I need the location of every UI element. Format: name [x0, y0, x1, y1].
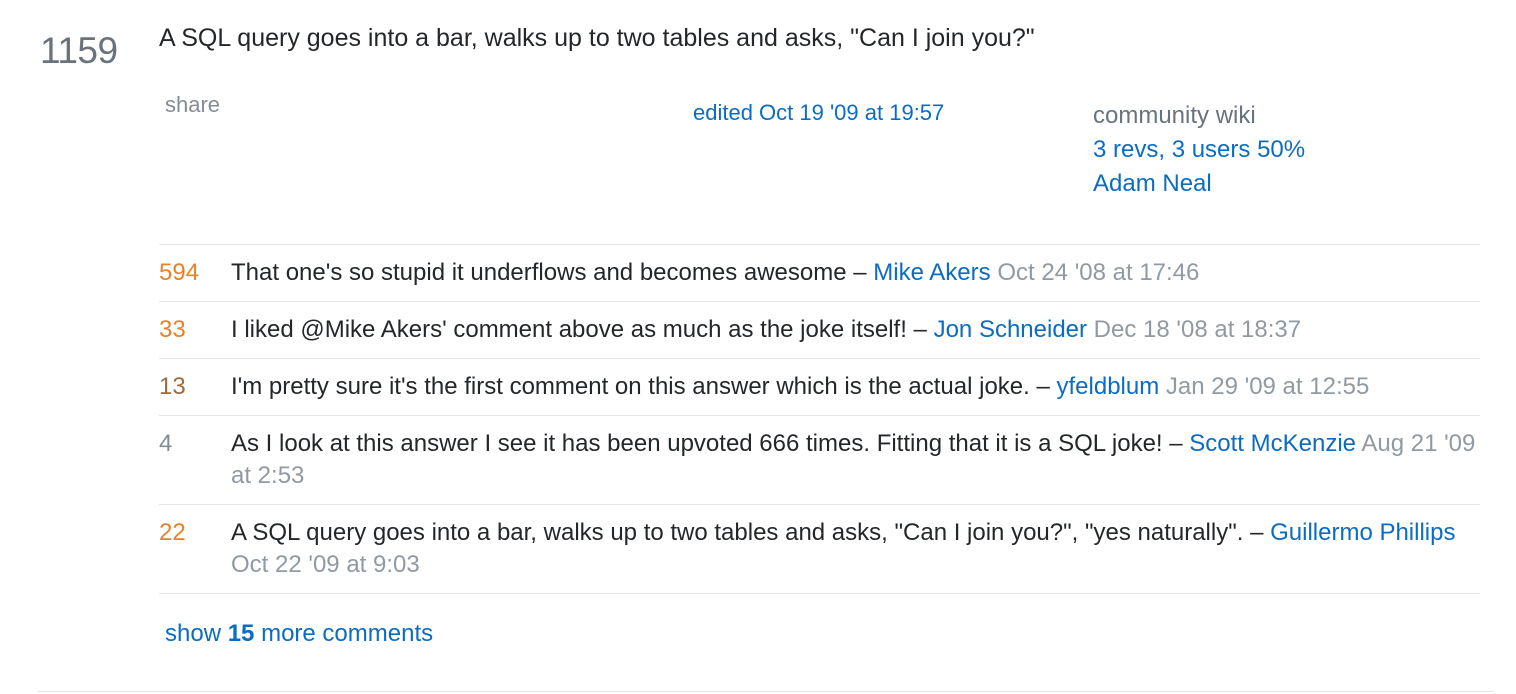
divider	[38, 691, 1494, 692]
comment-score: 13	[159, 373, 186, 400]
comment-text: That one's so stupid it underflows and b…	[231, 259, 874, 286]
show-more-comments-link[interactable]: show 15 more comments	[165, 620, 433, 648]
show-more-suffix: more comments	[254, 620, 434, 647]
show-more-prefix: show	[165, 620, 228, 647]
comment: 33 I liked @Mike Akers' comment above as…	[159, 302, 1480, 359]
show-more-count: 15	[227, 620, 255, 647]
vote-count: 1159	[40, 30, 118, 71]
answer-text: A SQL query goes into a bar, walks up to…	[159, 24, 1035, 52]
edited-link[interactable]: edited Oct 19 '09 at 19:57	[693, 100, 944, 126]
comment-score: 4	[159, 430, 173, 457]
comment-score: 33	[159, 316, 186, 343]
comment-text: I'm pretty sure it's the first comment o…	[231, 373, 1057, 400]
community-wiki-info: community wiki 3 revs, 3 users 50% Adam …	[1093, 99, 1305, 201]
comment-date: Jan 29 '09 at 12:55	[1159, 373, 1370, 400]
comment-user-link[interactable]: Jon Schneider	[934, 316, 1087, 343]
comment: 594 That one's so stupid it underflows a…	[159, 245, 1480, 302]
comment-user-link[interactable]: Guillermo Phillips	[1270, 519, 1455, 546]
share-link[interactable]: share	[165, 92, 220, 118]
wiki-user-link[interactable]: Adam Neal	[1093, 167, 1305, 201]
community-wiki-label: community wiki	[1093, 102, 1256, 129]
comment-text: A SQL query goes into a bar, walks up to…	[231, 519, 1271, 546]
comment: 4 As I look at this answer I see it has …	[159, 416, 1480, 505]
comment-text: As I look at this answer I see it has be…	[231, 430, 1190, 457]
comment-date: Oct 22 '09 at 9:03	[231, 551, 420, 578]
comment-user-link[interactable]: Mike Akers	[873, 259, 990, 286]
comment-date: Oct 24 '08 at 17:46	[990, 259, 1200, 286]
comment-user-link[interactable]: Scott McKenzie	[1189, 430, 1356, 457]
comment-score: 22	[159, 519, 186, 546]
comment-text: I liked @Mike Akers' comment above as mu…	[231, 316, 934, 343]
comment: 22 A SQL query goes into a bar, walks up…	[159, 505, 1480, 594]
comments-list: 594 That one's so stupid it underflows a…	[159, 244, 1480, 594]
comment-user-link[interactable]: yfeldblum	[1057, 373, 1160, 400]
comment-date: Dec 18 '08 at 18:37	[1087, 316, 1302, 343]
comment: 13 I'm pretty sure it's the first commen…	[159, 359, 1480, 416]
answer: 1159 A SQL query goes into a bar, walks …	[0, 0, 1516, 694]
revisions-link[interactable]: 3 revs, 3 users 50%	[1093, 133, 1305, 167]
comment-score: 594	[159, 259, 200, 286]
